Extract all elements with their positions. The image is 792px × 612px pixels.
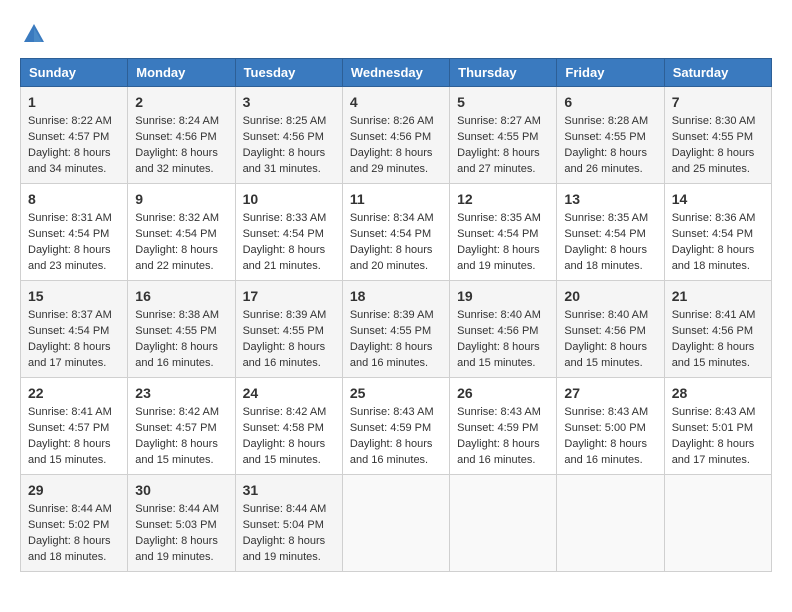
weekday-header: Monday — [128, 59, 235, 87]
calendar-day-cell: 10Sunrise: 8:33 AMSunset: 4:54 PMDayligh… — [235, 184, 342, 281]
weekday-header: Wednesday — [342, 59, 449, 87]
day-number: 21 — [672, 286, 764, 306]
calendar-day-cell: 18Sunrise: 8:39 AMSunset: 4:55 PMDayligh… — [342, 281, 449, 378]
day-number: 8 — [28, 189, 120, 209]
calendar-day-cell: 21Sunrise: 8:41 AMSunset: 4:56 PMDayligh… — [664, 281, 771, 378]
day-number: 19 — [457, 286, 549, 306]
calendar-day-cell: 24Sunrise: 8:42 AMSunset: 4:58 PMDayligh… — [235, 378, 342, 475]
calendar-week-row: 8Sunrise: 8:31 AMSunset: 4:54 PMDaylight… — [21, 184, 772, 281]
calendar-day-cell: 14Sunrise: 8:36 AMSunset: 4:54 PMDayligh… — [664, 184, 771, 281]
day-number: 3 — [243, 92, 335, 112]
day-number: 9 — [135, 189, 227, 209]
calendar-day-cell: 26Sunrise: 8:43 AMSunset: 4:59 PMDayligh… — [450, 378, 557, 475]
calendar-day-cell: 29Sunrise: 8:44 AMSunset: 5:02 PMDayligh… — [21, 475, 128, 572]
calendar-week-row: 15Sunrise: 8:37 AMSunset: 4:54 PMDayligh… — [21, 281, 772, 378]
day-number: 7 — [672, 92, 764, 112]
calendar-day-cell: 11Sunrise: 8:34 AMSunset: 4:54 PMDayligh… — [342, 184, 449, 281]
weekday-header: Sunday — [21, 59, 128, 87]
day-number: 14 — [672, 189, 764, 209]
calendar-day-cell: 16Sunrise: 8:38 AMSunset: 4:55 PMDayligh… — [128, 281, 235, 378]
calendar-day-cell: 23Sunrise: 8:42 AMSunset: 4:57 PMDayligh… — [128, 378, 235, 475]
calendar-day-cell: 22Sunrise: 8:41 AMSunset: 4:57 PMDayligh… — [21, 378, 128, 475]
day-number: 2 — [135, 92, 227, 112]
calendar-week-row: 1Sunrise: 8:22 AMSunset: 4:57 PMDaylight… — [21, 87, 772, 184]
calendar-week-row: 29Sunrise: 8:44 AMSunset: 5:02 PMDayligh… — [21, 475, 772, 572]
day-number: 5 — [457, 92, 549, 112]
calendar-day-cell — [342, 475, 449, 572]
day-number: 28 — [672, 383, 764, 403]
calendar-day-cell: 25Sunrise: 8:43 AMSunset: 4:59 PMDayligh… — [342, 378, 449, 475]
calendar-day-cell: 15Sunrise: 8:37 AMSunset: 4:54 PMDayligh… — [21, 281, 128, 378]
page-header — [20, 20, 772, 48]
calendar-day-cell: 12Sunrise: 8:35 AMSunset: 4:54 PMDayligh… — [450, 184, 557, 281]
weekday-header: Tuesday — [235, 59, 342, 87]
logo-icon — [20, 20, 48, 48]
calendar-day-cell: 30Sunrise: 8:44 AMSunset: 5:03 PMDayligh… — [128, 475, 235, 572]
day-number: 23 — [135, 383, 227, 403]
calendar-day-cell — [664, 475, 771, 572]
weekday-header: Friday — [557, 59, 664, 87]
day-number: 10 — [243, 189, 335, 209]
calendar-day-cell: 5Sunrise: 8:27 AMSunset: 4:55 PMDaylight… — [450, 87, 557, 184]
day-number: 16 — [135, 286, 227, 306]
logo — [20, 20, 52, 48]
day-number: 30 — [135, 480, 227, 500]
calendar-day-cell: 13Sunrise: 8:35 AMSunset: 4:54 PMDayligh… — [557, 184, 664, 281]
day-number: 26 — [457, 383, 549, 403]
calendar-day-cell: 8Sunrise: 8:31 AMSunset: 4:54 PMDaylight… — [21, 184, 128, 281]
calendar-day-cell: 4Sunrise: 8:26 AMSunset: 4:56 PMDaylight… — [342, 87, 449, 184]
day-number: 11 — [350, 189, 442, 209]
weekday-header: Saturday — [664, 59, 771, 87]
day-number: 22 — [28, 383, 120, 403]
day-number: 24 — [243, 383, 335, 403]
day-number: 12 — [457, 189, 549, 209]
day-number: 6 — [564, 92, 656, 112]
day-number: 29 — [28, 480, 120, 500]
day-number: 13 — [564, 189, 656, 209]
calendar-week-row: 22Sunrise: 8:41 AMSunset: 4:57 PMDayligh… — [21, 378, 772, 475]
calendar-day-cell: 2Sunrise: 8:24 AMSunset: 4:56 PMDaylight… — [128, 87, 235, 184]
calendar-day-cell — [450, 475, 557, 572]
day-number: 31 — [243, 480, 335, 500]
calendar-day-cell: 17Sunrise: 8:39 AMSunset: 4:55 PMDayligh… — [235, 281, 342, 378]
day-number: 15 — [28, 286, 120, 306]
day-number: 4 — [350, 92, 442, 112]
day-number: 27 — [564, 383, 656, 403]
weekday-header: Thursday — [450, 59, 557, 87]
day-number: 18 — [350, 286, 442, 306]
calendar-day-cell: 31Sunrise: 8:44 AMSunset: 5:04 PMDayligh… — [235, 475, 342, 572]
calendar-day-cell: 19Sunrise: 8:40 AMSunset: 4:56 PMDayligh… — [450, 281, 557, 378]
calendar-day-cell: 9Sunrise: 8:32 AMSunset: 4:54 PMDaylight… — [128, 184, 235, 281]
calendar-day-cell: 3Sunrise: 8:25 AMSunset: 4:56 PMDaylight… — [235, 87, 342, 184]
calendar-day-cell: 27Sunrise: 8:43 AMSunset: 5:00 PMDayligh… — [557, 378, 664, 475]
calendar-day-cell: 20Sunrise: 8:40 AMSunset: 4:56 PMDayligh… — [557, 281, 664, 378]
calendar-day-cell: 28Sunrise: 8:43 AMSunset: 5:01 PMDayligh… — [664, 378, 771, 475]
calendar-header-row: SundayMondayTuesdayWednesdayThursdayFrid… — [21, 59, 772, 87]
day-number: 17 — [243, 286, 335, 306]
calendar-day-cell: 7Sunrise: 8:30 AMSunset: 4:55 PMDaylight… — [664, 87, 771, 184]
day-number: 25 — [350, 383, 442, 403]
calendar-day-cell: 6Sunrise: 8:28 AMSunset: 4:55 PMDaylight… — [557, 87, 664, 184]
day-number: 1 — [28, 92, 120, 112]
day-number: 20 — [564, 286, 656, 306]
calendar-day-cell — [557, 475, 664, 572]
calendar-table: SundayMondayTuesdayWednesdayThursdayFrid… — [20, 58, 772, 572]
calendar-day-cell: 1Sunrise: 8:22 AMSunset: 4:57 PMDaylight… — [21, 87, 128, 184]
